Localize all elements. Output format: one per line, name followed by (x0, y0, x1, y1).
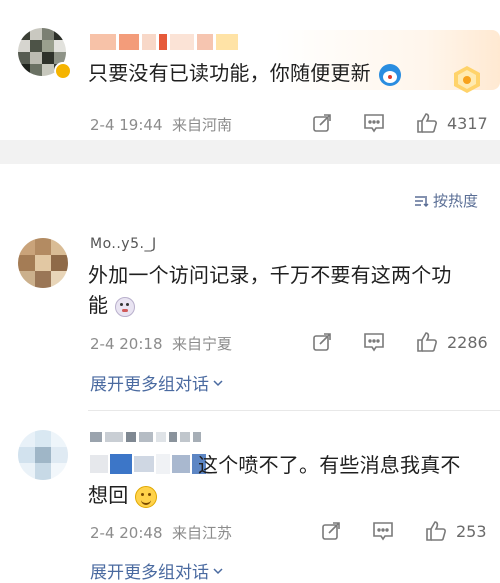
comment-text: 外加一个访问记录，千万不要有这两个功 能 (88, 263, 452, 317)
avatar[interactable] (18, 430, 68, 480)
vip-badge (54, 62, 72, 80)
comment-icon (373, 522, 393, 541)
reply-button[interactable] (371, 520, 395, 542)
avatar[interactable] (18, 238, 68, 288)
like-button[interactable]: 2286 (415, 330, 488, 354)
share-button[interactable] (311, 331, 333, 353)
comment-meta: 2-4 19:44 来自河南 (90, 114, 232, 135)
share-icon (313, 333, 331, 351)
share-icon (313, 114, 331, 132)
username-redacted[interactable] (90, 34, 238, 50)
comment-time: 2-4 19:44 (90, 116, 163, 134)
share-button[interactable] (320, 520, 342, 542)
like-icon (417, 113, 437, 133)
username-redacted[interactable] (90, 432, 201, 442)
comment-meta: 2-4 20:18 来自宁夏 (90, 333, 232, 354)
top-comment[interactable]: 只要没有已读功能，你随便更新 2-4 19:44 来自河南 4317 (0, 0, 500, 140)
like-icon (426, 521, 446, 541)
like-count: 2286 (447, 332, 488, 352)
divider (88, 410, 500, 411)
medal-icon (454, 66, 480, 93)
chevron-down-icon (213, 567, 223, 574)
comment-location: 来自河南 (172, 116, 233, 134)
sort-label: 按热度 (432, 192, 478, 210)
expand-replies-link[interactable]: 展开更多组对话 (90, 370, 224, 395)
comment-time: 2-4 20:18 (90, 335, 163, 353)
doraemon-emoji (379, 63, 402, 86)
username[interactable]: Mo..y5._J (90, 236, 157, 252)
reply-button[interactable] (362, 112, 386, 134)
comment-text: 这个喷不了。有些消息我真不 想回 (88, 453, 461, 508)
comment-time: 2-4 20:48 (90, 524, 163, 542)
like-button[interactable]: 253 (424, 519, 487, 543)
comment-text: 只要没有已读功能，你随便更新 (88, 58, 402, 88)
comment-icon (364, 114, 384, 133)
like-count: 4317 (447, 113, 488, 133)
comment-location: 来自江苏 (172, 524, 233, 542)
like-icon (417, 332, 437, 352)
face-emoji (114, 296, 135, 317)
comment-icon (364, 333, 384, 352)
like-count: 253 (456, 521, 487, 541)
comment-location: 来自宁夏 (172, 335, 233, 353)
like-button[interactable]: 4317 (415, 111, 488, 135)
reply-button[interactable] (362, 331, 386, 353)
sort-toggle[interactable]: 按热度 (413, 190, 478, 211)
expand-replies-link[interactable]: 展开更多组对话 (90, 558, 224, 583)
chevron-down-icon (213, 379, 223, 386)
comment-meta: 2-4 20:48 来自江苏 (90, 522, 232, 543)
sort-icon (414, 195, 429, 207)
section-gap (0, 140, 500, 164)
share-icon (322, 522, 340, 540)
share-button[interactable] (311, 112, 333, 134)
smile-emoji (134, 485, 157, 508)
